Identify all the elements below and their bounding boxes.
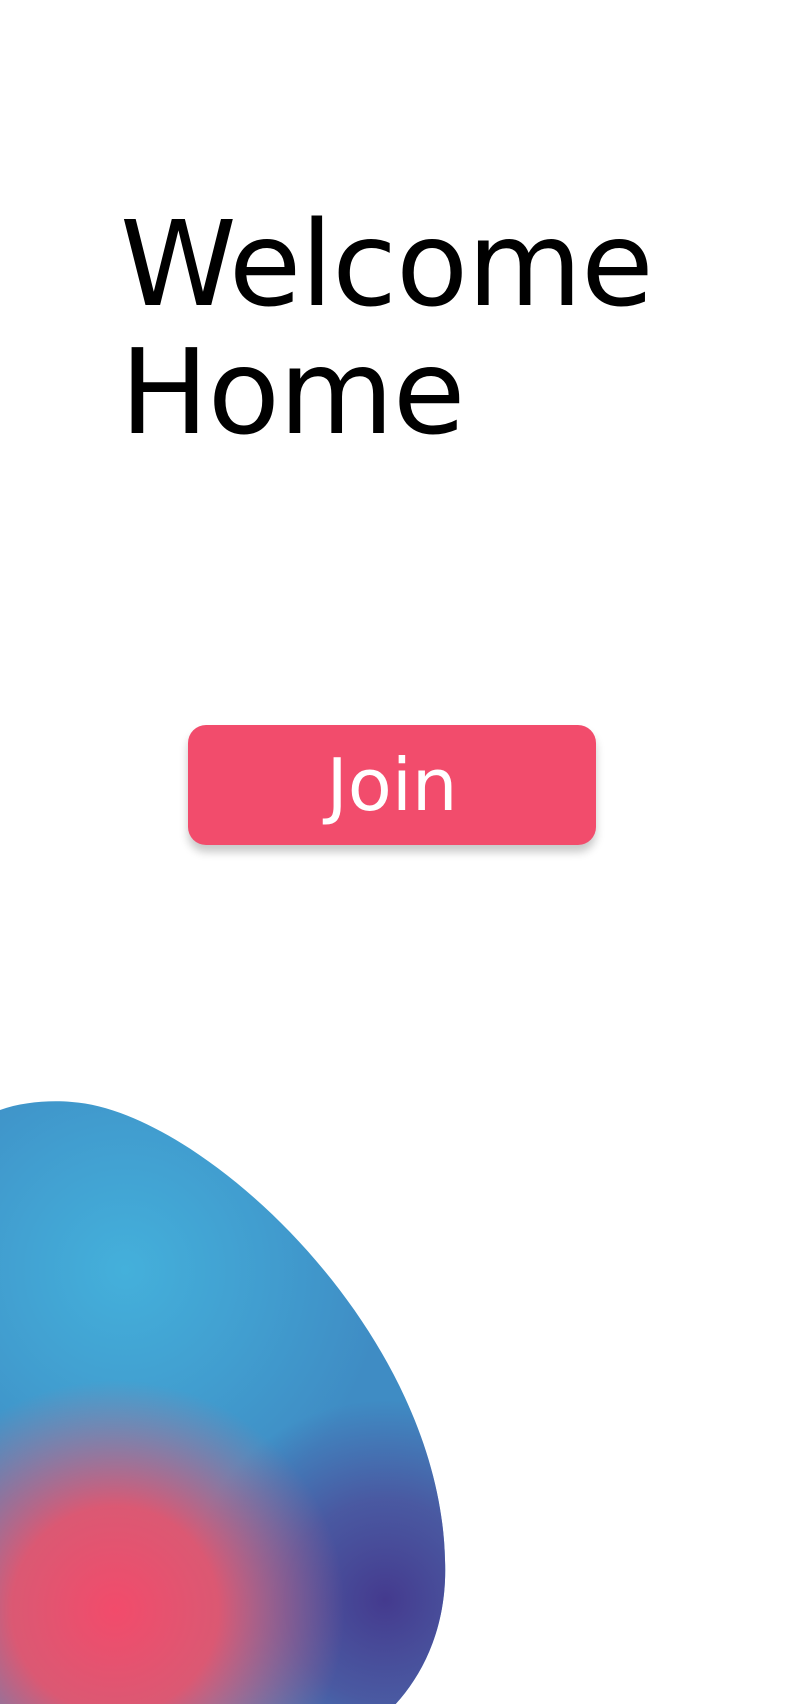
decorative-gradient-blob	[0, 1101, 446, 1704]
welcome-screen: Welcome Home Join	[0, 0, 786, 1704]
welcome-heading-line-2: Home	[120, 323, 465, 461]
join-button[interactable]: Join	[188, 725, 596, 845]
welcome-heading-line-1: Welcome	[120, 195, 654, 333]
welcome-heading: Welcome Home	[120, 195, 654, 461]
